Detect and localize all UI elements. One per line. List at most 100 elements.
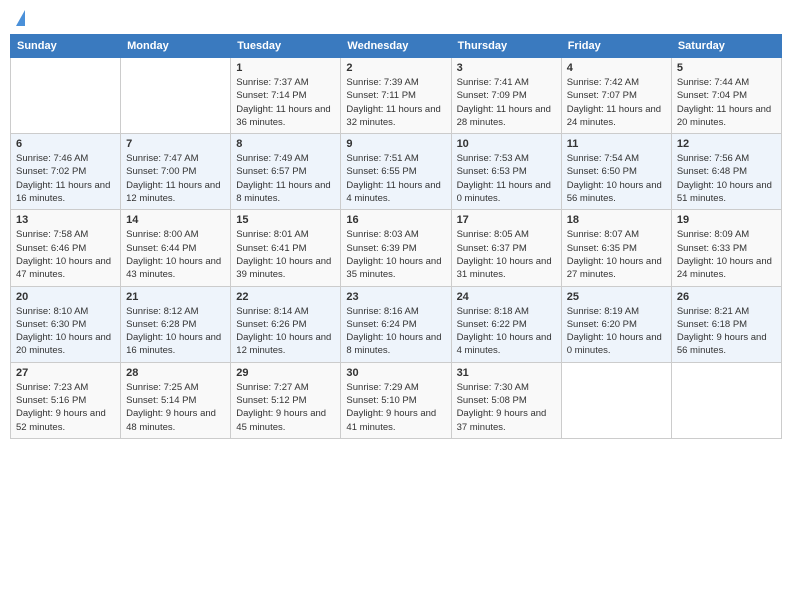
weekday-header: Monday (121, 35, 231, 58)
weekday-header: Saturday (671, 35, 781, 58)
calendar-day-cell: 7 Sunrise: 7:47 AM Sunset: 7:00 PM Daylig… (121, 134, 231, 210)
day-detail: Sunrise: 7:23 AM Sunset: 5:16 PM Dayligh… (16, 381, 115, 434)
day-number: 19 (677, 214, 776, 226)
calendar-day-cell: 23Sunrise: 8:16 AM Sunset: 6:24 PM Dayli… (341, 286, 451, 362)
day-detail: Sunrise: 7:25 AM Sunset: 5:14 PM Dayligh… (126, 381, 225, 434)
calendar-day-cell: 14 Sunrise: 8:00 AM Sunset: 6:44 PM Dayli… (121, 210, 231, 286)
weekday-header: Tuesday (231, 35, 341, 58)
calendar-day-cell (561, 362, 671, 438)
weekday-header: Friday (561, 35, 671, 58)
calendar-week-row: 6 Sunrise: 7:46 AM Sunset: 7:02 PM Daylig… (11, 134, 782, 210)
calendar-day-cell: 13Sunrise: 7:58 AM Sunset: 6:46 PM Dayli… (11, 210, 121, 286)
day-detail: Sunrise: 7:56 AM Sunset: 6:48 PM Dayligh… (677, 152, 776, 205)
day-detail: Sunrise: 8:10 AM Sunset: 6:30 PM Dayligh… (16, 305, 115, 358)
day-number: 30 (346, 367, 445, 379)
day-number: 23 (346, 291, 445, 303)
day-number: 15 (236, 214, 335, 226)
day-number: 7 (126, 138, 225, 150)
day-number: 31 (457, 367, 556, 379)
day-detail: Sunrise: 7:30 AM Sunset: 5:08 PM Dayligh… (457, 381, 556, 434)
day-detail: Sunrise: 8:21 AM Sunset: 6:18 PM Dayligh… (677, 305, 776, 358)
calendar-week-row: 13Sunrise: 7:58 AM Sunset: 6:46 PM Dayli… (11, 210, 782, 286)
day-detail: Sunrise: 7:27 AM Sunset: 5:12 PM Dayligh… (236, 381, 335, 434)
day-detail: Sunrise: 8:12 AM Sunset: 6:28 PM Dayligh… (126, 305, 225, 358)
day-number: 21 (126, 291, 225, 303)
day-detail: Sunrise: 7:42 AM Sunset: 7:07 PM Dayligh… (567, 76, 666, 129)
calendar-header: SundayMondayTuesdayWednesdayThursdayFrid… (11, 35, 782, 58)
day-number: 14 (126, 214, 225, 226)
day-number: 9 (346, 138, 445, 150)
calendar-day-cell (671, 362, 781, 438)
day-detail: Sunrise: 8:07 AM Sunset: 6:35 PM Dayligh… (567, 228, 666, 281)
day-number: 25 (567, 291, 666, 303)
calendar-day-cell: 24Sunrise: 8:18 AM Sunset: 6:22 PM Dayli… (451, 286, 561, 362)
day-detail: Sunrise: 8:03 AM Sunset: 6:39 PM Dayligh… (346, 228, 445, 281)
calendar-day-cell: 22 Sunrise: 8:14 AM Sunset: 6:26 PM Dayli… (231, 286, 341, 362)
calendar-day-cell: 27 Sunrise: 7:23 AM Sunset: 5:16 PM Dayli… (11, 362, 121, 438)
day-detail: Sunrise: 8:09 AM Sunset: 6:33 PM Dayligh… (677, 228, 776, 281)
calendar-day-cell: 20 Sunrise: 8:10 AM Sunset: 6:30 PM Dayli… (11, 286, 121, 362)
day-detail: Sunrise: 8:00 AM Sunset: 6:44 PM Dayligh… (126, 228, 225, 281)
calendar-day-cell: 15Sunrise: 8:01 AM Sunset: 6:41 PM Dayli… (231, 210, 341, 286)
calendar-day-cell: 12 Sunrise: 7:56 AM Sunset: 6:48 PM Dayli… (671, 134, 781, 210)
calendar-day-cell: 21 Sunrise: 8:12 AM Sunset: 6:28 PM Dayli… (121, 286, 231, 362)
day-number: 5 (677, 62, 776, 74)
calendar-table: SundayMondayTuesdayWednesdayThursdayFrid… (10, 34, 782, 439)
calendar-day-cell: 26Sunrise: 8:21 AM Sunset: 6:18 PM Dayli… (671, 286, 781, 362)
day-detail: Sunrise: 8:14 AM Sunset: 6:26 PM Dayligh… (236, 305, 335, 358)
day-detail: Sunrise: 7:46 AM Sunset: 7:02 PM Dayligh… (16, 152, 115, 205)
calendar-day-cell: 30 Sunrise: 7:29 AM Sunset: 5:10 PM Dayli… (341, 362, 451, 438)
day-detail: Sunrise: 7:58 AM Sunset: 6:46 PM Dayligh… (16, 228, 115, 281)
calendar-day-cell: 16Sunrise: 8:03 AM Sunset: 6:39 PM Dayli… (341, 210, 451, 286)
day-detail: Sunrise: 7:37 AM Sunset: 7:14 PM Dayligh… (236, 76, 335, 129)
day-number: 24 (457, 291, 556, 303)
calendar-day-cell: 6 Sunrise: 7:46 AM Sunset: 7:02 PM Daylig… (11, 134, 121, 210)
day-number: 2 (346, 62, 445, 74)
calendar-day-cell (121, 58, 231, 134)
day-number: 6 (16, 138, 115, 150)
calendar-day-cell: 17Sunrise: 8:05 AM Sunset: 6:37 PM Dayli… (451, 210, 561, 286)
calendar-week-row: 20 Sunrise: 8:10 AM Sunset: 6:30 PM Dayli… (11, 286, 782, 362)
day-detail: Sunrise: 8:19 AM Sunset: 6:20 PM Dayligh… (567, 305, 666, 358)
calendar-day-cell: 31 Sunrise: 7:30 AM Sunset: 5:08 PM Dayli… (451, 362, 561, 438)
calendar-day-cell: 9 Sunrise: 7:51 AM Sunset: 6:55 PM Daylig… (341, 134, 451, 210)
calendar-day-cell: 3Sunrise: 7:41 AM Sunset: 7:09 PM Daylig… (451, 58, 561, 134)
day-number: 12 (677, 138, 776, 150)
logo (14, 10, 25, 26)
page-header (10, 10, 782, 26)
calendar-day-cell: 4 Sunrise: 7:42 AM Sunset: 7:07 PM Daylig… (561, 58, 671, 134)
day-detail: Sunrise: 7:54 AM Sunset: 6:50 PM Dayligh… (567, 152, 666, 205)
calendar-day-cell: 10 Sunrise: 7:53 AM Sunset: 6:53 PM Dayli… (451, 134, 561, 210)
day-number: 1 (236, 62, 335, 74)
calendar-body: 1 Sunrise: 7:37 AM Sunset: 7:14 PM Daylig… (11, 58, 782, 439)
calendar-day-cell: 28 Sunrise: 7:25 AM Sunset: 5:14 PM Dayli… (121, 362, 231, 438)
calendar-day-cell: 25 Sunrise: 8:19 AM Sunset: 6:20 PM Dayli… (561, 286, 671, 362)
day-number: 20 (16, 291, 115, 303)
calendar-week-row: 1 Sunrise: 7:37 AM Sunset: 7:14 PM Daylig… (11, 58, 782, 134)
calendar-day-cell: 29 Sunrise: 7:27 AM Sunset: 5:12 PM Dayli… (231, 362, 341, 438)
day-number: 8 (236, 138, 335, 150)
calendar-day-cell: 5 Sunrise: 7:44 AM Sunset: 7:04 PM Daylig… (671, 58, 781, 134)
day-number: 10 (457, 138, 556, 150)
day-number: 11 (567, 138, 666, 150)
day-number: 22 (236, 291, 335, 303)
day-detail: Sunrise: 7:53 AM Sunset: 6:53 PM Dayligh… (457, 152, 556, 205)
weekday-header: Sunday (11, 35, 121, 58)
day-detail: Sunrise: 7:41 AM Sunset: 7:09 PM Dayligh… (457, 76, 556, 129)
day-detail: Sunrise: 7:51 AM Sunset: 6:55 PM Dayligh… (346, 152, 445, 205)
day-detail: Sunrise: 8:05 AM Sunset: 6:37 PM Dayligh… (457, 228, 556, 281)
day-number: 28 (126, 367, 225, 379)
day-number: 29 (236, 367, 335, 379)
day-detail: Sunrise: 7:49 AM Sunset: 6:57 PM Dayligh… (236, 152, 335, 205)
calendar-day-cell: 11 Sunrise: 7:54 AM Sunset: 6:50 PM Dayli… (561, 134, 671, 210)
day-detail: Sunrise: 7:44 AM Sunset: 7:04 PM Dayligh… (677, 76, 776, 129)
weekday-header: Wednesday (341, 35, 451, 58)
calendar-day-cell: 19 Sunrise: 8:09 AM Sunset: 6:33 PM Dayli… (671, 210, 781, 286)
day-number: 18 (567, 214, 666, 226)
day-detail: Sunrise: 7:29 AM Sunset: 5:10 PM Dayligh… (346, 381, 445, 434)
day-detail: Sunrise: 7:47 AM Sunset: 7:00 PM Dayligh… (126, 152, 225, 205)
day-number: 4 (567, 62, 666, 74)
calendar-day-cell: 18 Sunrise: 8:07 AM Sunset: 6:35 PM Dayli… (561, 210, 671, 286)
calendar-week-row: 27 Sunrise: 7:23 AM Sunset: 5:16 PM Dayli… (11, 362, 782, 438)
day-number: 27 (16, 367, 115, 379)
